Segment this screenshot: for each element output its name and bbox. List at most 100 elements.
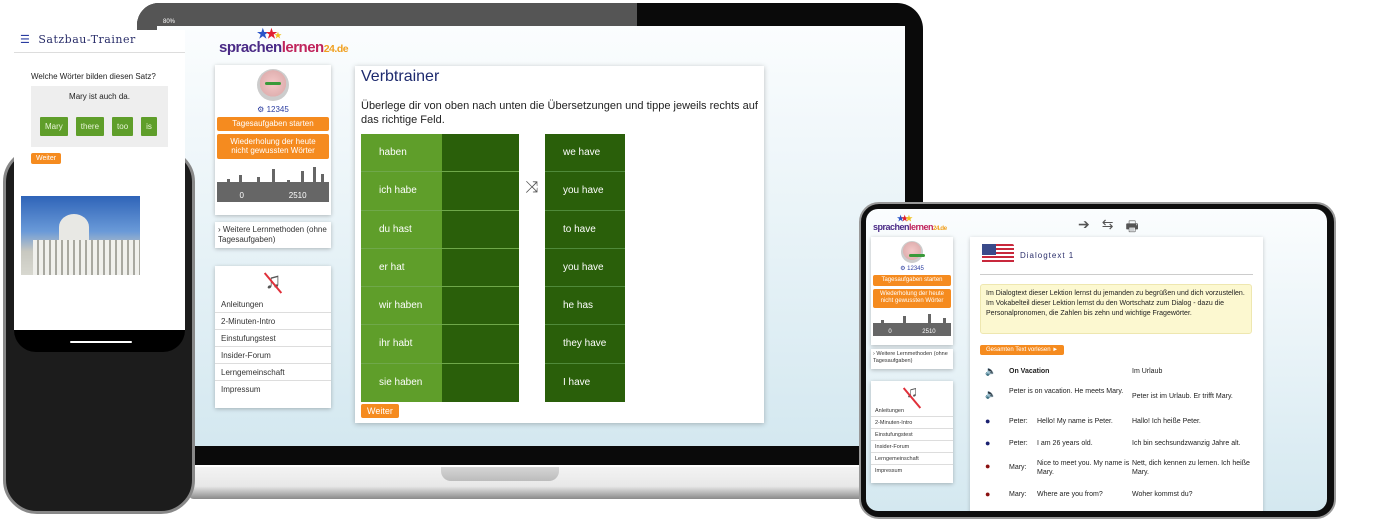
speaker-icon[interactable]: 🔈: [985, 367, 996, 376]
english-option[interactable]: he has: [545, 287, 625, 325]
answer-slot[interactable]: [442, 325, 519, 363]
menu-item-anleitungen[interactable]: Anleitungen: [215, 296, 331, 313]
tablet-menu-card: ♫ Anleitungen 2-Minuten-Intro Einstufung…: [871, 381, 953, 483]
verb-row: haben: [361, 134, 519, 173]
dialog-de: Im Urlaub: [1132, 368, 1163, 375]
answer-slot[interactable]: [442, 363, 519, 403]
menu-item-forum[interactable]: Insider-Forum: [871, 441, 953, 453]
review-button[interactable]: Wiederholung der heute nicht gewussten W…: [217, 133, 329, 159]
english-option[interactable]: we have: [545, 134, 625, 172]
speaker-head-icon[interactable]: ●: [985, 462, 990, 471]
word-chip[interactable]: too: [112, 117, 134, 136]
dialog-en: I am 26 years old.: [1037, 440, 1093, 447]
menu-item-einstufungstest[interactable]: Einstufungstest: [215, 330, 331, 347]
menu-icon[interactable]: ☰: [20, 34, 30, 46]
german-column: haben ich habe du hast er hat wir haben …: [361, 134, 519, 403]
english-option[interactable]: to have: [545, 210, 625, 248]
word-chip[interactable]: Mary: [40, 117, 68, 136]
answer-slot[interactable]: [442, 210, 519, 248]
answer-slot[interactable]: [442, 248, 519, 287]
english-option[interactable]: I have: [545, 363, 625, 403]
phone-status-bar: ▂▃▅ 80%: [14, 16, 185, 30]
logo-text-2: lernen: [909, 222, 934, 232]
speaker-head-icon[interactable]: ●: [985, 417, 990, 426]
next-button[interactable]: Weiter: [361, 404, 399, 418]
daily-tasks-button[interactable]: Tagesaufgaben starten: [217, 117, 329, 131]
tablet-user-card: ⚙ 12345 Tagesaufgaben starten Wiederholu…: [871, 237, 953, 345]
speaker-head-icon[interactable]: ●: [985, 490, 990, 499]
logo-text-3: 24.de: [323, 43, 349, 55]
german-verb: wir haben: [361, 287, 442, 325]
english-option[interactable]: you have: [545, 172, 625, 210]
app-title-text: Satzbau-Trainer: [38, 33, 136, 46]
more-methods-link[interactable]: › Weitere Lernmethoden (ohne Tagesaufgab…: [215, 222, 331, 249]
score-min: 0: [888, 328, 892, 335]
page-title: Verbtrainer: [361, 68, 440, 85]
dialog-en: On Vacation: [1009, 368, 1050, 375]
menu-item-einstufungstest[interactable]: Einstufungstest: [871, 429, 953, 441]
more-methods-card[interactable]: › Weitere Lernmethoden (ohne Tagesaufgab…: [215, 222, 331, 248]
menu-item-anleitungen[interactable]: Anleitungen: [871, 405, 953, 417]
menu-item-intro[interactable]: 2-Minuten-Intro: [871, 417, 953, 429]
review-button[interactable]: Wiederholung der heute nicht gewussten W…: [873, 289, 951, 308]
german-verb: du hast: [361, 210, 442, 248]
menu-item-lerngemeinschaft[interactable]: Lerngemeinschaft: [871, 453, 953, 465]
read-all-button[interactable]: Gesamten Text vorlesen ►: [980, 345, 1065, 355]
lesson-info-box: Im Dialogtext dieser Lektion lernst du j…: [980, 284, 1252, 334]
dialog-speaker: Mary:: [1009, 491, 1027, 498]
app-title: ☰ Satzbau-Trainer: [20, 33, 136, 46]
menu-item-forum[interactable]: Insider-Forum: [215, 347, 331, 364]
music-muted-icon[interactable]: ♫: [871, 381, 953, 405]
answer-slot[interactable]: [442, 172, 519, 210]
verb-row: ich habe: [361, 172, 519, 211]
phone-screen: ☰ Satzbau-Trainer Welche Wörter bilden di…: [14, 30, 185, 330]
logo-text-1: sprachen: [873, 222, 910, 232]
dialog-speaker: Peter:: [1009, 440, 1028, 447]
verb-row: ihr habt: [361, 325, 519, 364]
german-verb: sie haben: [361, 363, 442, 403]
stars-icon: ★★★: [897, 214, 913, 223]
score-max: 2510: [288, 190, 307, 200]
instructions: Überlege dir von oben nach unten die Übe…: [361, 100, 758, 126]
word-chip[interactable]: is: [141, 117, 157, 136]
phone-next-button[interactable]: Weiter: [31, 153, 62, 164]
verb-row: er hat: [361, 248, 519, 288]
brand-logo[interactable]: ★★★ sprachenlernen24.de: [219, 26, 349, 56]
menu-item-intro[interactable]: 2-Minuten-Intro: [215, 313, 331, 330]
points-counter: ⚙ 12345: [900, 266, 924, 272]
english-option[interactable]: you have: [545, 248, 625, 287]
question: Welche Wörter bilden diesen Satz?: [31, 72, 156, 81]
shuffle-icon[interactable]: ⤨: [521, 179, 543, 197]
menu-item-impressum[interactable]: Impressum: [215, 381, 331, 397]
avatar[interactable]: [257, 69, 289, 101]
dialog-de: Peter ist im Urlaub. Er trifft Mary.: [1132, 393, 1233, 400]
home-indicator[interactable]: [70, 341, 132, 343]
dialog-panel: Dialogtext 1 Im Dialogtext dieser Lektio…: [970, 237, 1263, 511]
verbtrainer-panel: Verbtrainer Überlege dir von oben nach u…: [355, 66, 764, 423]
dialog-en: Where are you from?: [1037, 491, 1103, 498]
skyline-progress-graphic: [217, 164, 329, 189]
score-bar: 0 2510: [873, 327, 951, 336]
laptop-notch: [441, 467, 559, 481]
tablet-brand-logo[interactable]: ★★★ sprachenlernen24.de: [873, 214, 947, 232]
word-chip[interactable]: there: [75, 117, 105, 136]
tablet-screen: ★★★ sprachenlernen24.de ➔ ⇆ 🖶 ⚙ 12345 Tage…: [866, 209, 1327, 511]
daily-tasks-button[interactable]: Tagesaufgaben starten: [873, 275, 951, 287]
music-muted-icon[interactable]: ♫: [215, 266, 331, 296]
answer-slot[interactable]: [442, 287, 519, 325]
verb-row: sie haben: [361, 363, 519, 403]
dialog-speaker: Peter:: [1009, 418, 1028, 425]
english-column: we have you have to have you have he has…: [545, 134, 625, 403]
score-max: 2510: [922, 328, 936, 335]
speaker-head-icon[interactable]: ●: [985, 439, 990, 448]
german-verb: haben: [361, 134, 442, 172]
more-methods-link[interactable]: › Weitere Lernmethoden (ohne Tagesaufgab…: [871, 349, 953, 367]
english-option[interactable]: they have: [545, 325, 625, 363]
speaker-icon[interactable]: 🔈: [985, 390, 996, 399]
dialog-speaker: Mary:: [1009, 464, 1027, 471]
menu-item-impressum[interactable]: Impressum: [871, 465, 953, 476]
more-methods-card[interactable]: › Weitere Lernmethoden (ohne Tagesaufgab…: [871, 349, 953, 369]
menu-item-lerngemeinschaft[interactable]: Lerngemeinschaft: [215, 364, 331, 381]
answer-slot[interactable]: [442, 134, 519, 172]
user-card: ⚙ 12345 Tagesaufgaben starten Wiederholu…: [215, 65, 331, 215]
